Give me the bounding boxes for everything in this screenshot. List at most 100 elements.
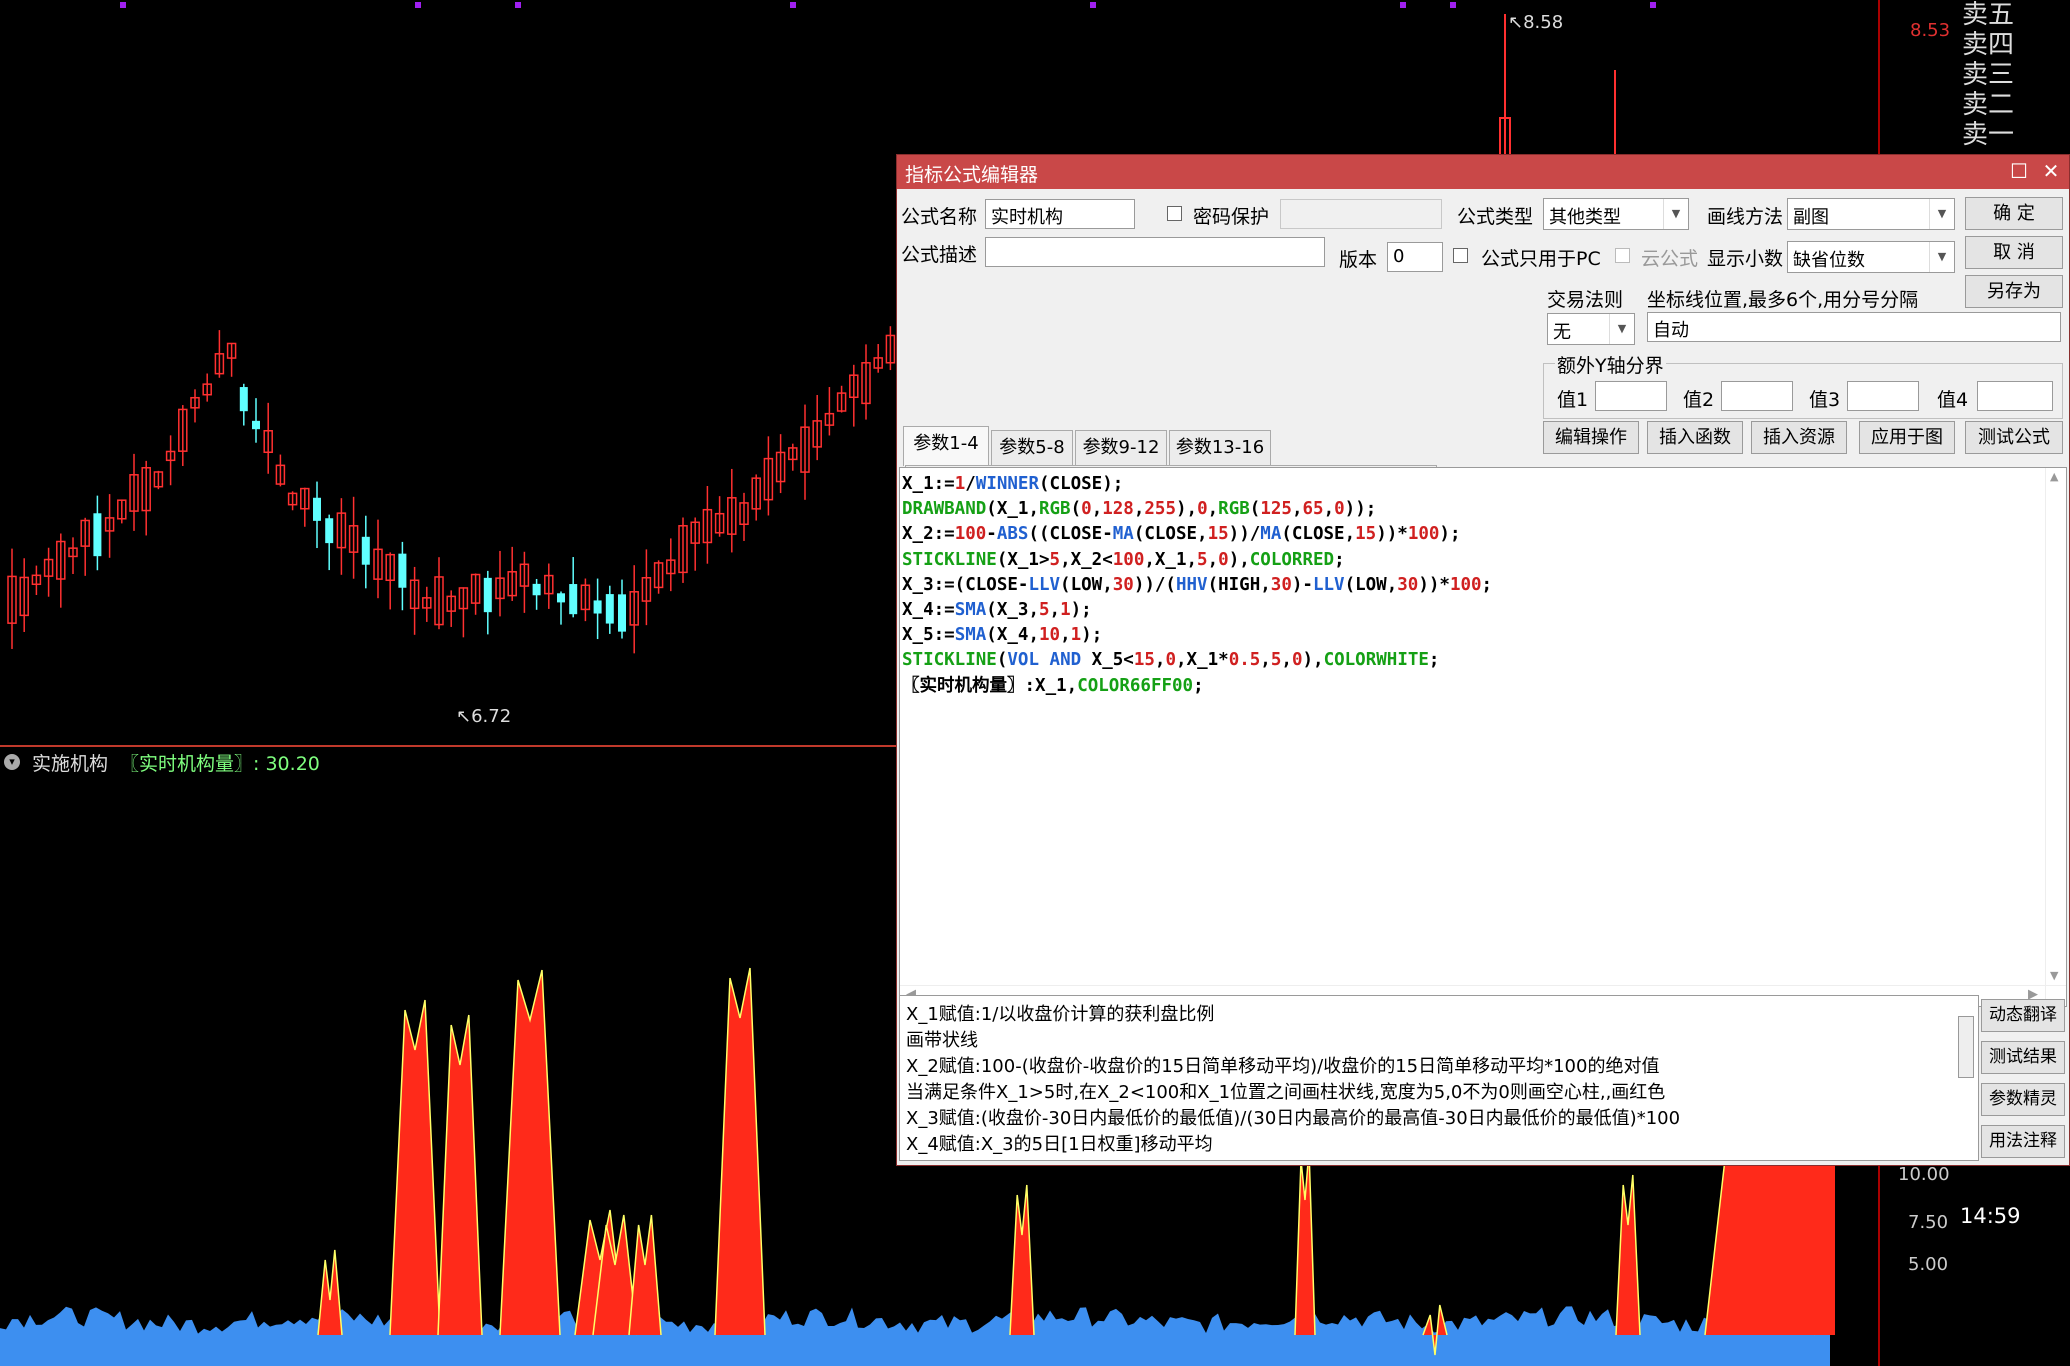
code-line: STICKLINE(VOL AND X_5<15,0,X_1*0.5,5,0),…: [902, 650, 1440, 671]
insert-resource-button[interactable]: 插入资源: [1751, 421, 1847, 454]
explain-line: X_2赋值:100-(收盘价-收盘价的15日简单移动平均)/收盘价的15日简单移…: [906, 1056, 1660, 1077]
indicator-area: [0, 1306, 1830, 1366]
explain-line: 当满足条件X_1>5时,在X_2<100和X_1位置之间画柱状线,宽度为5,0不…: [906, 1082, 1666, 1103]
axis-label-10: 10.00: [1898, 1164, 1950, 1185]
password-checkbox[interactable]: [1167, 206, 1182, 221]
coord-pos-label: 坐标线位置,最多6个,用分号分隔: [1647, 289, 1919, 311]
value2-label: 值2: [1683, 389, 1715, 411]
candle-body: [325, 518, 334, 544]
formula-desc-input[interactable]: [985, 237, 1325, 267]
axis-label-7-5: 7.50: [1908, 1212, 1949, 1233]
cloud-label: 云公式: [1641, 248, 1699, 270]
explain-scrollbar[interactable]: [1958, 1016, 1974, 1078]
candle-body: [313, 497, 321, 521]
edit-ops-button[interactable]: 编辑操作: [1543, 421, 1639, 454]
code-line: X_2:=100-ABS((CLOSE-MA(CLOSE,15))/MA(CLO…: [902, 524, 1461, 545]
axis-label-5: 5.00: [1908, 1254, 1949, 1275]
ask-level-2: 卖二: [1962, 90, 2015, 120]
chevron-down-icon: ▼: [1929, 242, 1954, 272]
chevron-down-icon: ▼: [1609, 314, 1634, 344]
chevron-down-icon: ▼: [1929, 199, 1954, 229]
scroll-up-icon[interactable]: ▲: [2050, 470, 2058, 483]
pc-only-checkbox[interactable]: [1453, 248, 1468, 263]
code-line: STICKLINE(X_1>5,X_2<100,X_1,5,0),COLORRE…: [902, 549, 1345, 570]
save-as-button[interactable]: 另存为: [1965, 275, 2063, 308]
value2-input[interactable]: [1721, 381, 1793, 411]
top-marker: [120, 2, 126, 8]
show-decimal-select[interactable]: 缺省位数 ▼: [1787, 241, 1955, 273]
formula-name-label: 公式名称: [901, 206, 978, 228]
coord-pos-input[interactable]: 自动: [1647, 312, 2061, 342]
pc-only-label: 公式只用于PC: [1481, 248, 1601, 270]
value4-label: 值4: [1937, 389, 1969, 411]
version-input[interactable]: 0: [1387, 242, 1443, 272]
version-label: 版本: [1339, 249, 1378, 271]
tab-params-13-16[interactable]: 参数13-16: [1169, 430, 1271, 466]
ok-button[interactable]: 确 定: [1965, 197, 2063, 230]
scroll-down-icon[interactable]: ▼: [2050, 969, 2058, 982]
draw-method-label: 画线方法: [1707, 206, 1784, 228]
top-marker: [1400, 2, 1406, 8]
candle-body: [398, 553, 407, 588]
cloud-checkbox[interactable]: [1615, 248, 1630, 263]
formula-type-select[interactable]: 其他类型 ▼: [1543, 198, 1689, 230]
ask-level-5: 卖五: [1962, 0, 2015, 30]
param-wizard-button[interactable]: 参数精灵: [1981, 1083, 2065, 1116]
insert-function-button[interactable]: 插入函数: [1647, 421, 1743, 454]
trade-rule-label: 交易法则: [1547, 289, 1624, 311]
code-line: DRAWBAND(X_1,RGB(0,128,255),0,RGB(125,65…: [902, 499, 1377, 520]
dynamic-translate-button[interactable]: 动态翻译: [1981, 999, 2065, 1032]
formula-code: X_1:=1/WINNER(CLOSE); DRAWBAND(X_1,RGB(0,…: [902, 472, 1492, 699]
top-marker: [415, 2, 421, 8]
tab-params-5-8[interactable]: 参数5-8: [991, 430, 1073, 466]
candle-body: [593, 600, 602, 614]
candle-body: [532, 583, 541, 596]
dialog-titlebar[interactable]: 指标公式编辑器 ☐ ✕: [897, 155, 2069, 189]
candle-body: [618, 594, 626, 632]
candle-body: [557, 593, 565, 603]
formula-desc-label: 公式描述: [901, 244, 978, 266]
code-line: X_5:=SMA(X_4,10,1);: [902, 625, 1103, 646]
draw-method-select[interactable]: 副图 ▼: [1787, 198, 1955, 230]
candle-body: [93, 513, 102, 557]
time-label: 14:59: [1960, 1204, 2021, 1228]
cancel-button[interactable]: 取 消: [1965, 236, 2063, 269]
test-formula-button[interactable]: 测试公式: [1965, 421, 2063, 454]
explain-line: X_3赋值:(收盘价-30日内最低价的最低值)/(30日内最高价的最高值-30日…: [906, 1108, 1681, 1129]
top-marker: [790, 2, 796, 8]
maximize-icon[interactable]: ☐: [2005, 157, 2033, 185]
apply-to-chart-button[interactable]: 应用于图: [1859, 421, 1955, 454]
code-line: X_1:=1/WINNER(CLOSE);: [902, 474, 1124, 494]
code-line: X_4:=SMA(X_3,5,1);: [902, 599, 1092, 620]
top-marker: [1650, 2, 1656, 8]
value3-input[interactable]: [1847, 381, 1919, 411]
explain-line: 画带状线: [906, 1030, 978, 1051]
tab-params-1-4[interactable]: 参数1-4: [903, 426, 989, 466]
value4-input[interactable]: [1977, 381, 2053, 411]
formula-explanation-panel[interactable]: X_1赋值:1/以收盘价计算的获利盘比例 画带状线 X_2赋值:100-(收盘价…: [899, 995, 1979, 1161]
formula-editor-dialog: 指标公式编辑器 ☐ ✕ 公式名称 实时机构 密码保护 公式类型 其他类型 ▼ 画线…: [896, 154, 2070, 1166]
close-icon[interactable]: ✕: [2037, 157, 2065, 185]
formula-name-input[interactable]: 实时机构: [985, 199, 1135, 229]
explain-line: X_4赋值:X_3的5日[1日权重]移动平均: [906, 1134, 1213, 1155]
candle-body: [605, 594, 614, 624]
usage-note-button[interactable]: 用法注释: [1981, 1125, 2065, 1158]
chevron-down-icon: ▼: [1663, 199, 1688, 229]
password-input[interactable]: [1280, 199, 1442, 229]
test-result-button[interactable]: 测试结果: [1981, 1041, 2065, 1074]
candle-body: [361, 536, 370, 565]
formula-code-editor[interactable]: X_1:=1/WINNER(CLOSE); DRAWBAND(X_1,RGB(0,…: [899, 467, 2067, 1007]
top-marker: [1090, 2, 1096, 8]
trade-rule-select[interactable]: 无 ▼: [1547, 313, 1635, 345]
explain-line: X_1赋值:1/以收盘价计算的获利盘比例: [906, 1004, 1215, 1025]
formula-type-label: 公式类型: [1457, 206, 1534, 228]
editor-vertical-scrollbar[interactable]: ▲ ▼: [2045, 468, 2066, 1006]
ask-level-1: 卖一: [1962, 120, 2015, 150]
show-decimal-label: 显示小数: [1707, 248, 1784, 270]
extra-y-axis-label: 额外Y轴分界: [1555, 351, 1666, 378]
high-price-marker: ↖8.58: [1508, 12, 1563, 33]
ask-level-4: 卖四: [1962, 30, 2015, 60]
tab-params-9-12[interactable]: 参数9-12: [1075, 430, 1167, 466]
value1-input[interactable]: [1595, 381, 1667, 411]
top-marker: [515, 2, 521, 8]
